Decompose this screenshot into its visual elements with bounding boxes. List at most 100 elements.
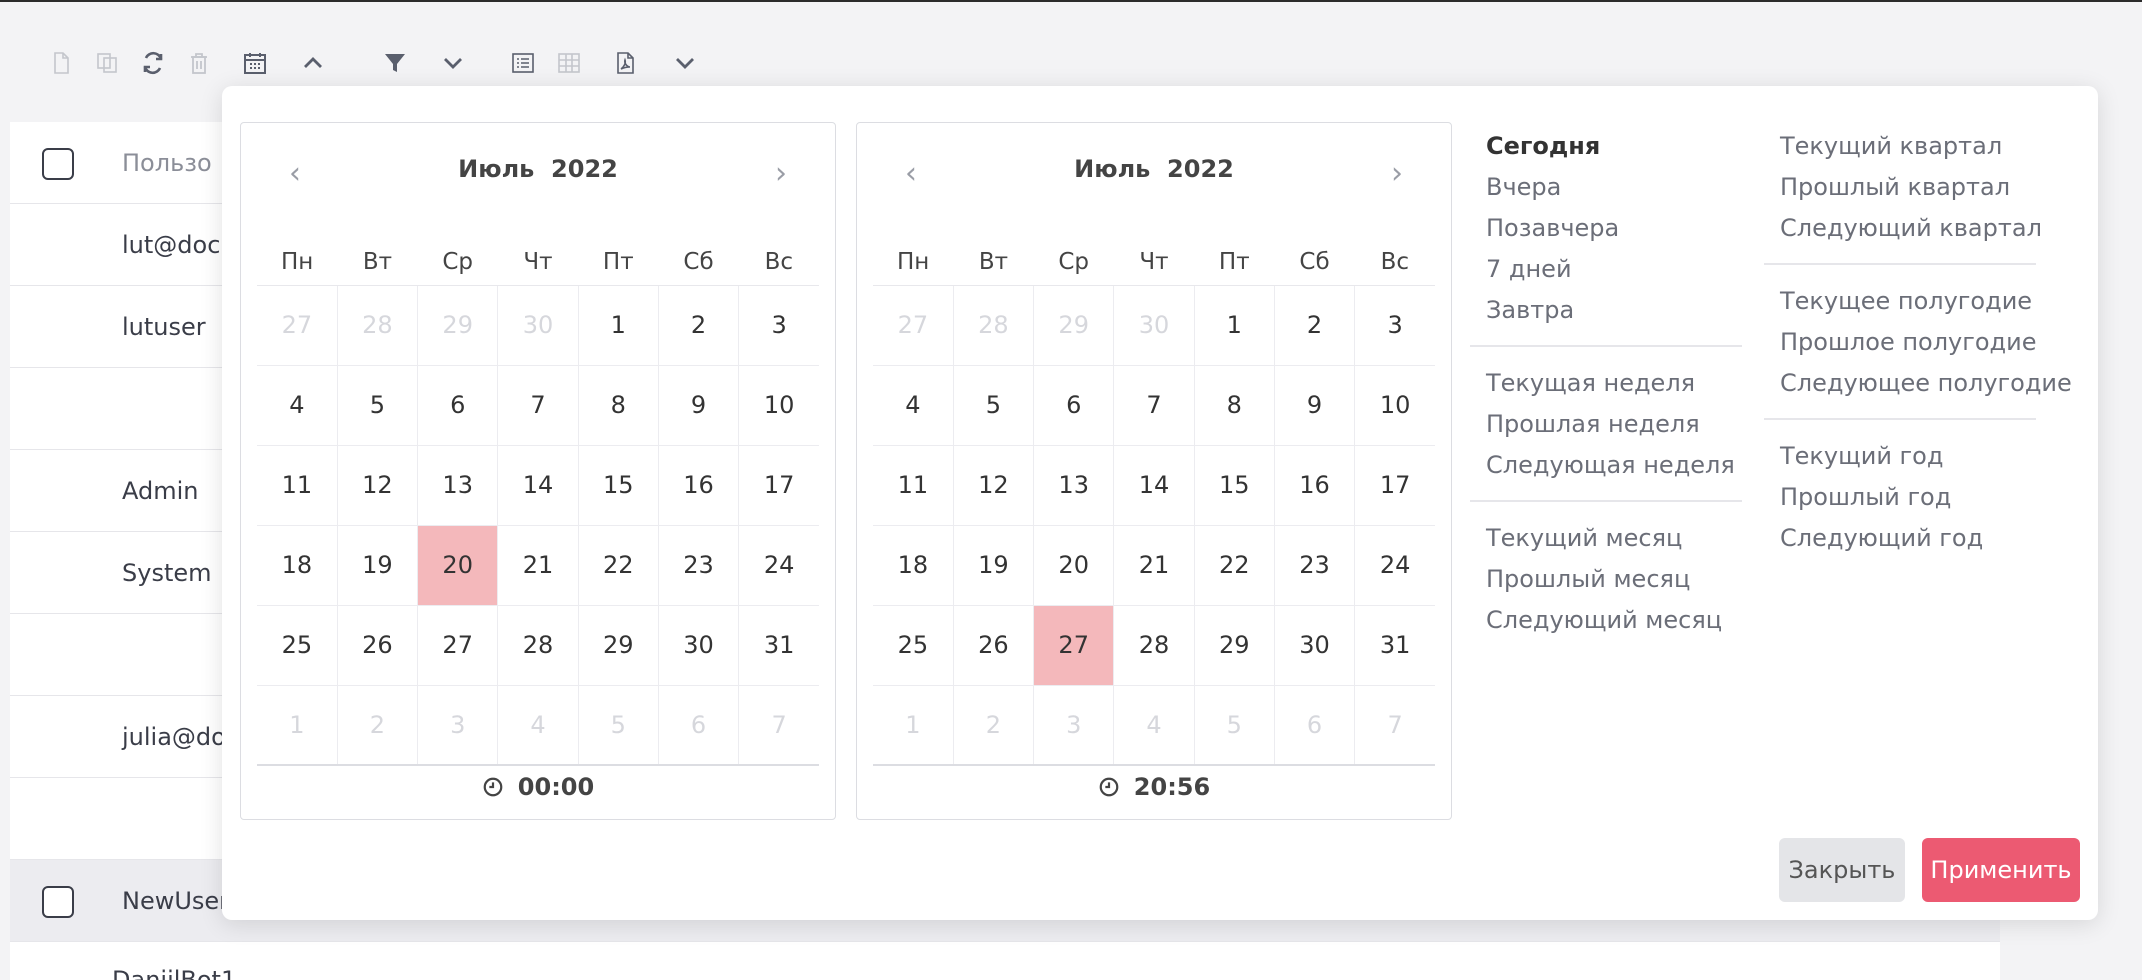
close-button[interactable]: Закрыть	[1779, 838, 1905, 902]
calendar-day[interactable]: 13	[417, 444, 499, 526]
range-preset-item[interactable]: Прошлый месяц	[1470, 559, 1742, 600]
calendar-day[interactable]: 1	[1193, 284, 1275, 366]
calendar-day[interactable]: 3	[738, 284, 819, 366]
calendar-day[interactable]: 4	[257, 364, 338, 446]
calendar-day[interactable]: 10	[1354, 364, 1435, 446]
range-preset-item[interactable]: Следующее полугодие	[1764, 363, 2072, 404]
range-preset-item[interactable]: Текущая неделя	[1470, 363, 1742, 404]
calendar-day[interactable]: 29	[1193, 604, 1275, 686]
calendar-day[interactable]: 29	[577, 604, 659, 686]
column-header-user[interactable]: Пользо	[122, 122, 212, 204]
calendar-day[interactable]: 11	[257, 444, 338, 526]
range-preset-item[interactable]: Сегодня	[1470, 126, 1742, 167]
calendar-day[interactable]: 23	[1273, 524, 1356, 606]
range-preset-item[interactable]: Следующий квартал	[1764, 208, 2042, 249]
calendar-day[interactable]: 22	[577, 524, 659, 606]
trash-icon[interactable]	[186, 50, 212, 76]
calendar-day[interactable]: 31	[738, 604, 819, 686]
calendar-day[interactable]: 17	[738, 444, 819, 526]
range-preset-item[interactable]: 7 дней	[1470, 249, 1742, 290]
calendar-day[interactable]: 9	[1273, 364, 1356, 446]
chevron-down-icon[interactable]	[440, 50, 466, 76]
calendar-day[interactable]: 11	[873, 444, 954, 526]
calendar-day[interactable]: 24	[1354, 524, 1435, 606]
range-preset-item[interactable]: Прошлое полугодие	[1764, 322, 2037, 363]
calendar-day[interactable]: 25	[873, 604, 954, 686]
calendar-day[interactable]: 12	[952, 444, 1035, 526]
list-icon[interactable]	[510, 50, 536, 76]
range-preset-item[interactable]: Следующий год	[1764, 518, 2036, 559]
copy-icon[interactable]	[94, 50, 120, 76]
refresh-icon[interactable]	[140, 50, 166, 76]
apply-button[interactable]: Применить	[1922, 838, 2080, 902]
calendar-day[interactable]: 3	[1354, 284, 1435, 366]
range-preset-item[interactable]: Текущее полугодие	[1764, 281, 2036, 322]
calendar-day[interactable]: 6	[1033, 364, 1115, 446]
range-preset-item[interactable]: Вчера	[1470, 167, 1742, 208]
calendar-day[interactable]: 18	[257, 524, 338, 606]
calendar-day[interactable]: 31	[1354, 604, 1435, 686]
calendar-day[interactable]: 18	[873, 524, 954, 606]
calendar-day[interactable]: 26	[336, 604, 419, 686]
range-preset-item[interactable]: Прошлый квартал	[1764, 167, 2036, 208]
calendar-day[interactable]: 16	[1273, 444, 1356, 526]
calendar-day[interactable]: 21	[1113, 524, 1195, 606]
calendar-day[interactable]: 20	[1033, 524, 1115, 606]
calendar-day[interactable]: 23	[657, 524, 740, 606]
calendar-day[interactable]: 5	[336, 364, 419, 446]
range-preset-item[interactable]: Завтра	[1470, 290, 1742, 331]
calendar-day[interactable]: 7	[497, 364, 579, 446]
calendar-day[interactable]: 21	[497, 524, 579, 606]
calendar-day[interactable]: 9	[657, 364, 740, 446]
calendar-day[interactable]: 14	[497, 444, 579, 526]
calendar-day[interactable]: 15	[1193, 444, 1275, 526]
calendar-day[interactable]: 6	[417, 364, 499, 446]
calendar-day[interactable]: 2	[1273, 284, 1356, 366]
chevron-up-icon[interactable]	[300, 50, 326, 76]
pdf-icon[interactable]	[612, 50, 638, 76]
range-preset-item[interactable]: Прошлая неделя	[1470, 404, 1742, 445]
calendar-day[interactable]: 26	[952, 604, 1035, 686]
next-month-icon[interactable]: ›	[761, 153, 801, 193]
calendar-day-selected[interactable]: 20	[417, 524, 499, 606]
range-preset-item[interactable]: Текущий месяц	[1470, 518, 1742, 559]
range-preset-item[interactable]: Текущий квартал	[1764, 126, 2036, 167]
end-time[interactable]: 20:56	[857, 773, 1451, 801]
calendar-day[interactable]: 22	[1193, 524, 1275, 606]
calendar-day-selected[interactable]: 27	[1033, 604, 1115, 686]
calendar-day[interactable]: 2	[657, 284, 740, 366]
range-preset-item[interactable]: Следующий месяц	[1470, 600, 1742, 641]
start-time[interactable]: 00:00	[241, 773, 835, 801]
calendar-icon[interactable]	[242, 50, 268, 76]
calendar-day[interactable]: 28	[1113, 604, 1195, 686]
calendar-day[interactable]: 8	[577, 364, 659, 446]
calendar-day[interactable]: 13	[1033, 444, 1115, 526]
calendar-day[interactable]: 12	[336, 444, 419, 526]
range-preset-item[interactable]: Текущий год	[1764, 436, 2036, 477]
range-preset-item[interactable]: Следующая неделя	[1470, 445, 1742, 486]
calendar-day[interactable]: 4	[873, 364, 954, 446]
calendar-day[interactable]: 30	[657, 604, 740, 686]
calendar-day[interactable]: 19	[952, 524, 1035, 606]
filter-icon[interactable]	[382, 50, 408, 76]
calendar-day[interactable]: 28	[497, 604, 579, 686]
calendar-day[interactable]: 1	[577, 284, 659, 366]
chevron-down-icon[interactable]	[672, 50, 698, 76]
calendar-day[interactable]: 19	[336, 524, 419, 606]
row-checkbox[interactable]	[42, 886, 74, 918]
calendar-day[interactable]: 14	[1113, 444, 1195, 526]
calendar-day[interactable]: 24	[738, 524, 819, 606]
grid-icon[interactable]	[556, 50, 582, 76]
calendar-day[interactable]: 25	[257, 604, 338, 686]
new-file-icon[interactable]	[48, 50, 74, 76]
calendar-day[interactable]: 15	[577, 444, 659, 526]
calendar-day[interactable]: 5	[952, 364, 1035, 446]
calendar-day[interactable]: 7	[1113, 364, 1195, 446]
calendar-day[interactable]: 10	[738, 364, 819, 446]
calendar-day[interactable]: 27	[417, 604, 499, 686]
calendar-day[interactable]: 17	[1354, 444, 1435, 526]
range-preset-item[interactable]: Прошлый год	[1764, 477, 2036, 518]
calendar-day[interactable]: 8	[1193, 364, 1275, 446]
range-preset-item[interactable]: Позавчера	[1470, 208, 1742, 249]
calendar-day[interactable]: 16	[657, 444, 740, 526]
